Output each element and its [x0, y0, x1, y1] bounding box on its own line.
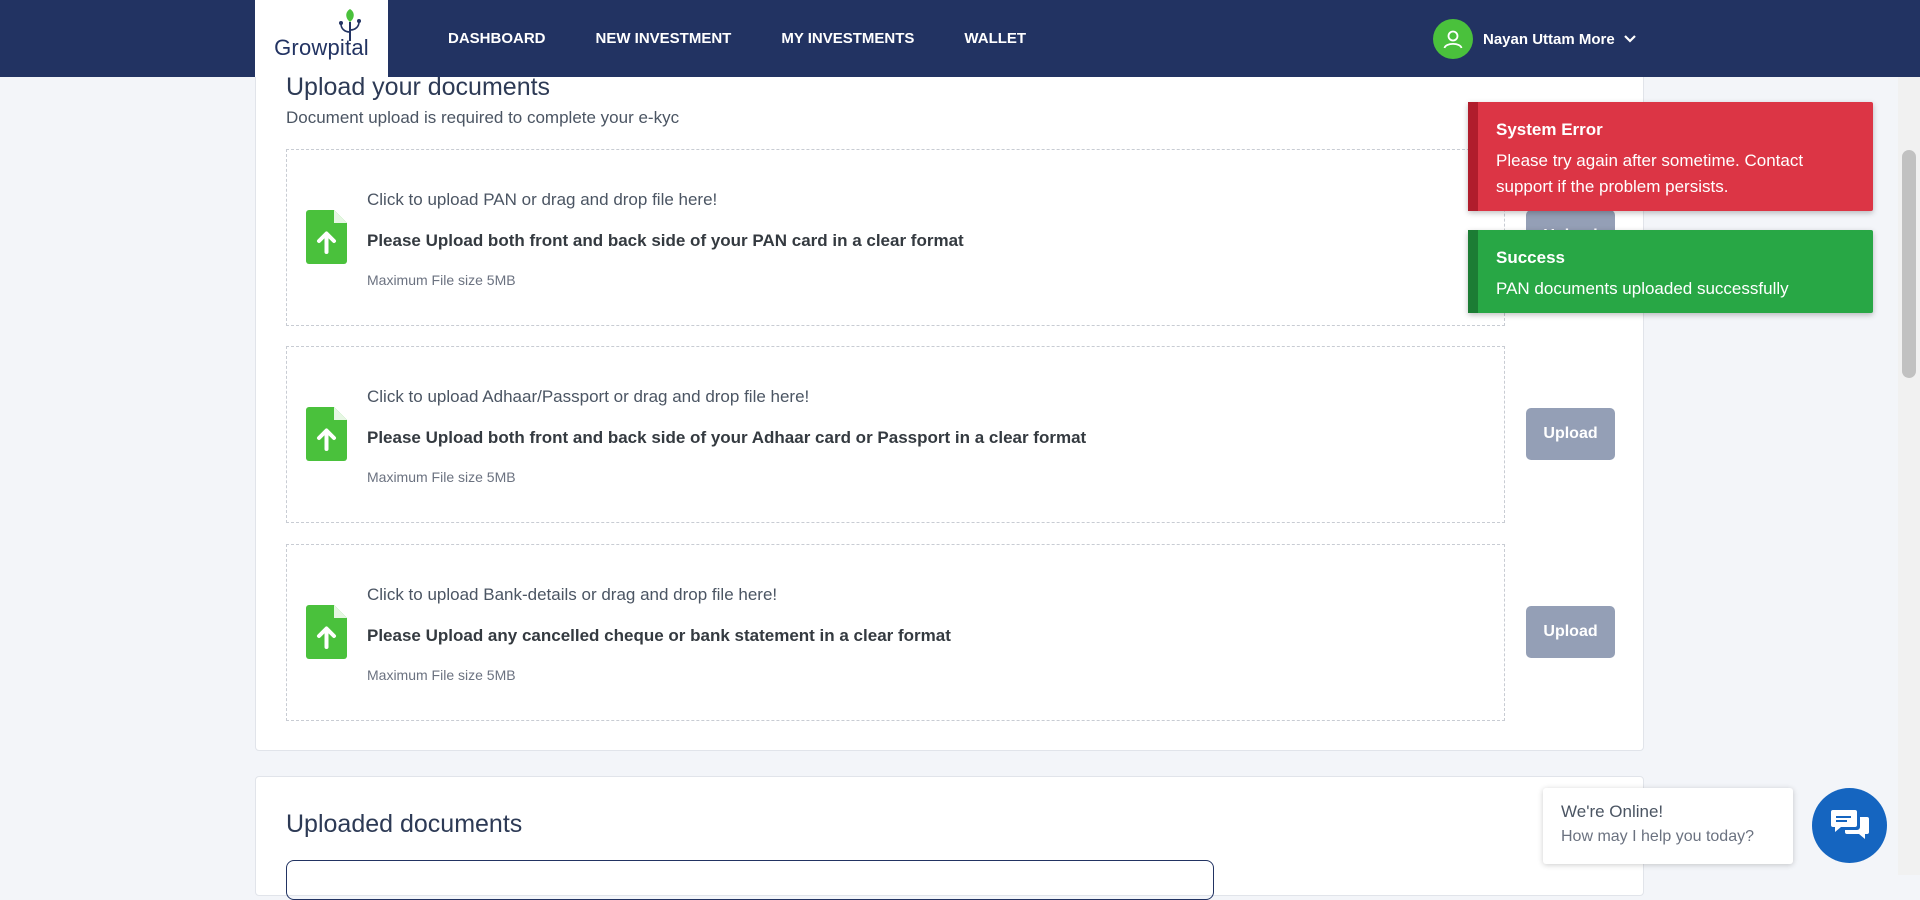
- upload-subtitle: Document upload is required to complete …: [286, 108, 680, 127]
- upload-size-limit: Maximum File size 5MB: [367, 667, 516, 683]
- page-scrollbar[interactable]: [1898, 0, 1920, 875]
- chat-help-text: How may I help you today?: [1561, 828, 1754, 845]
- upload-requirement: Please Upload any cancelled cheque or ba…: [367, 626, 951, 645]
- upload-bank-details-button[interactable]: Upload: [1526, 606, 1615, 658]
- upload-instruction: Click to upload Adhaar/Passport or drag …: [367, 387, 810, 406]
- error-toast[interactable]: System Error Please try again after some…: [1468, 102, 1873, 211]
- upload-title: Upload your documents: [286, 73, 551, 101]
- chevron-down-icon: [1623, 35, 1636, 43]
- chat-online-text: We're Online!: [1561, 802, 1664, 821]
- uploaded-documents-card: Uploaded documents: [255, 776, 1644, 900]
- upload-requirement: Please Upload both front and back side o…: [367, 428, 1087, 447]
- error-toast-message: Please try again after sometime. Contact…: [1496, 151, 1804, 196]
- chat-launcher-button[interactable]: [1812, 788, 1887, 863]
- user-menu[interactable]: Nayan Uttam More: [1433, 19, 1637, 59]
- nav-dashboard[interactable]: DASHBOARD: [448, 30, 546, 47]
- upload-size-limit: Maximum File size 5MB: [367, 272, 516, 288]
- upload-documents-card: Upload your documents Document upload is…: [255, 60, 1644, 751]
- upload-requirement: Please Upload both front and back side o…: [367, 231, 964, 250]
- sprout-icon: [339, 9, 361, 41]
- chat-greeting[interactable]: We're Online! How may I help you today?: [1543, 788, 1793, 864]
- adhaar-dropzone[interactable]: Click to upload Adhaar/Passport or drag …: [286, 346, 1505, 523]
- file-upload-icon: [306, 210, 347, 264]
- growpital-logo[interactable]: Growpital: [255, 0, 388, 77]
- scrollbar-thumb[interactable]: [1902, 150, 1916, 378]
- nav-new-investment[interactable]: NEW INVESTMENT: [596, 30, 732, 47]
- uploaded-title: Uploaded documents: [286, 810, 523, 838]
- success-toast[interactable]: Success PAN documents uploaded successfu…: [1468, 230, 1873, 313]
- file-upload-icon: [306, 605, 347, 659]
- success-toast-message: PAN documents uploaded successfully: [1496, 279, 1789, 298]
- chat-icon: [1830, 809, 1869, 839]
- uploaded-document-item[interactable]: [286, 860, 1214, 900]
- nav-my-investments[interactable]: MY INVESTMENTS: [781, 30, 914, 47]
- nav-wallet[interactable]: WALLET: [964, 30, 1026, 47]
- success-toast-title: Success: [1496, 248, 1565, 267]
- error-toast-title: System Error: [1496, 120, 1603, 139]
- bank-details-dropzone[interactable]: Click to upload Bank-details or drag and…: [286, 544, 1505, 721]
- user-name: Nayan Uttam More: [1483, 30, 1615, 48]
- top-navbar: Growpital DASHBOARD NEW INVESTMENT MY IN…: [0, 0, 1920, 77]
- upload-adhaar-button[interactable]: Upload: [1526, 408, 1615, 460]
- upload-instruction: Click to upload PAN or drag and drop fil…: [367, 190, 718, 209]
- file-upload-icon: [306, 407, 347, 461]
- pan-dropzone[interactable]: Click to upload PAN or drag and drop fil…: [286, 149, 1505, 326]
- user-avatar-icon: [1433, 19, 1473, 59]
- main-nav: DASHBOARD NEW INVESTMENT MY INVESTMENTS …: [448, 0, 1076, 77]
- upload-instruction: Click to upload Bank-details or drag and…: [367, 585, 778, 604]
- upload-size-limit: Maximum File size 5MB: [367, 469, 516, 485]
